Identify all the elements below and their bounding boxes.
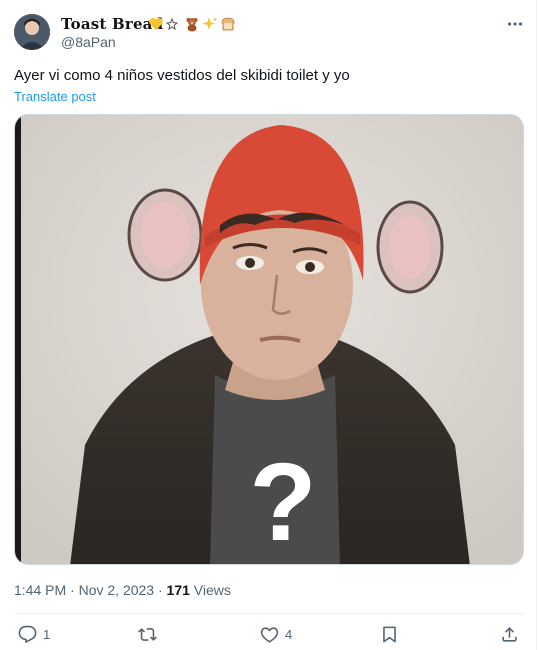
share-button[interactable]: [500, 624, 519, 644]
more-options-icon[interactable]: [505, 14, 525, 34]
post-text: Ayer vi como 4 niños vestidos del skibid…: [14, 67, 350, 84]
bookmark-button[interactable]: [380, 624, 399, 644]
meta-separator: ·: [70, 582, 75, 598]
frame-border: [536, 0, 537, 650]
views-count: 171: [166, 582, 190, 598]
views-label: Views: [193, 582, 231, 598]
translate-post-link[interactable]: Translate post: [14, 89, 96, 105]
share-icon: [502, 626, 517, 642]
post-time[interactable]: 1:44 PM: [14, 582, 66, 598]
heart-icon: [260, 626, 279, 643]
reply-icon: [18, 625, 37, 643]
repost-button[interactable]: [138, 624, 163, 644]
bookmark-icon: [383, 626, 396, 642]
post-image[interactable]: ?: [14, 114, 524, 565]
post-meta: 1:44 PM · Nov 2, 2023 · 171 Views: [14, 581, 231, 599]
repost-icon: [138, 627, 157, 641]
reply-button[interactable]: 1: [18, 624, 50, 644]
name-emojis: [148, 15, 236, 33]
teddy-bear-icon: [184, 16, 200, 32]
post-date[interactable]: Nov 2, 2023: [79, 582, 155, 598]
like-button[interactable]: 4: [260, 624, 292, 644]
avatar[interactable]: [14, 14, 50, 50]
bread-icon: [220, 16, 236, 32]
meta-separator: ·: [157, 582, 163, 598]
like-count: 4: [285, 626, 293, 642]
star-icon: [165, 16, 182, 32]
divider: [14, 613, 525, 614]
yellow-heart-icon: [148, 16, 164, 32]
question-mark-overlay: ?: [249, 441, 316, 564]
reply-count: 1: [43, 626, 51, 642]
sparkles-icon: [202, 16, 218, 32]
user-handle[interactable]: @8aPan: [61, 33, 116, 51]
